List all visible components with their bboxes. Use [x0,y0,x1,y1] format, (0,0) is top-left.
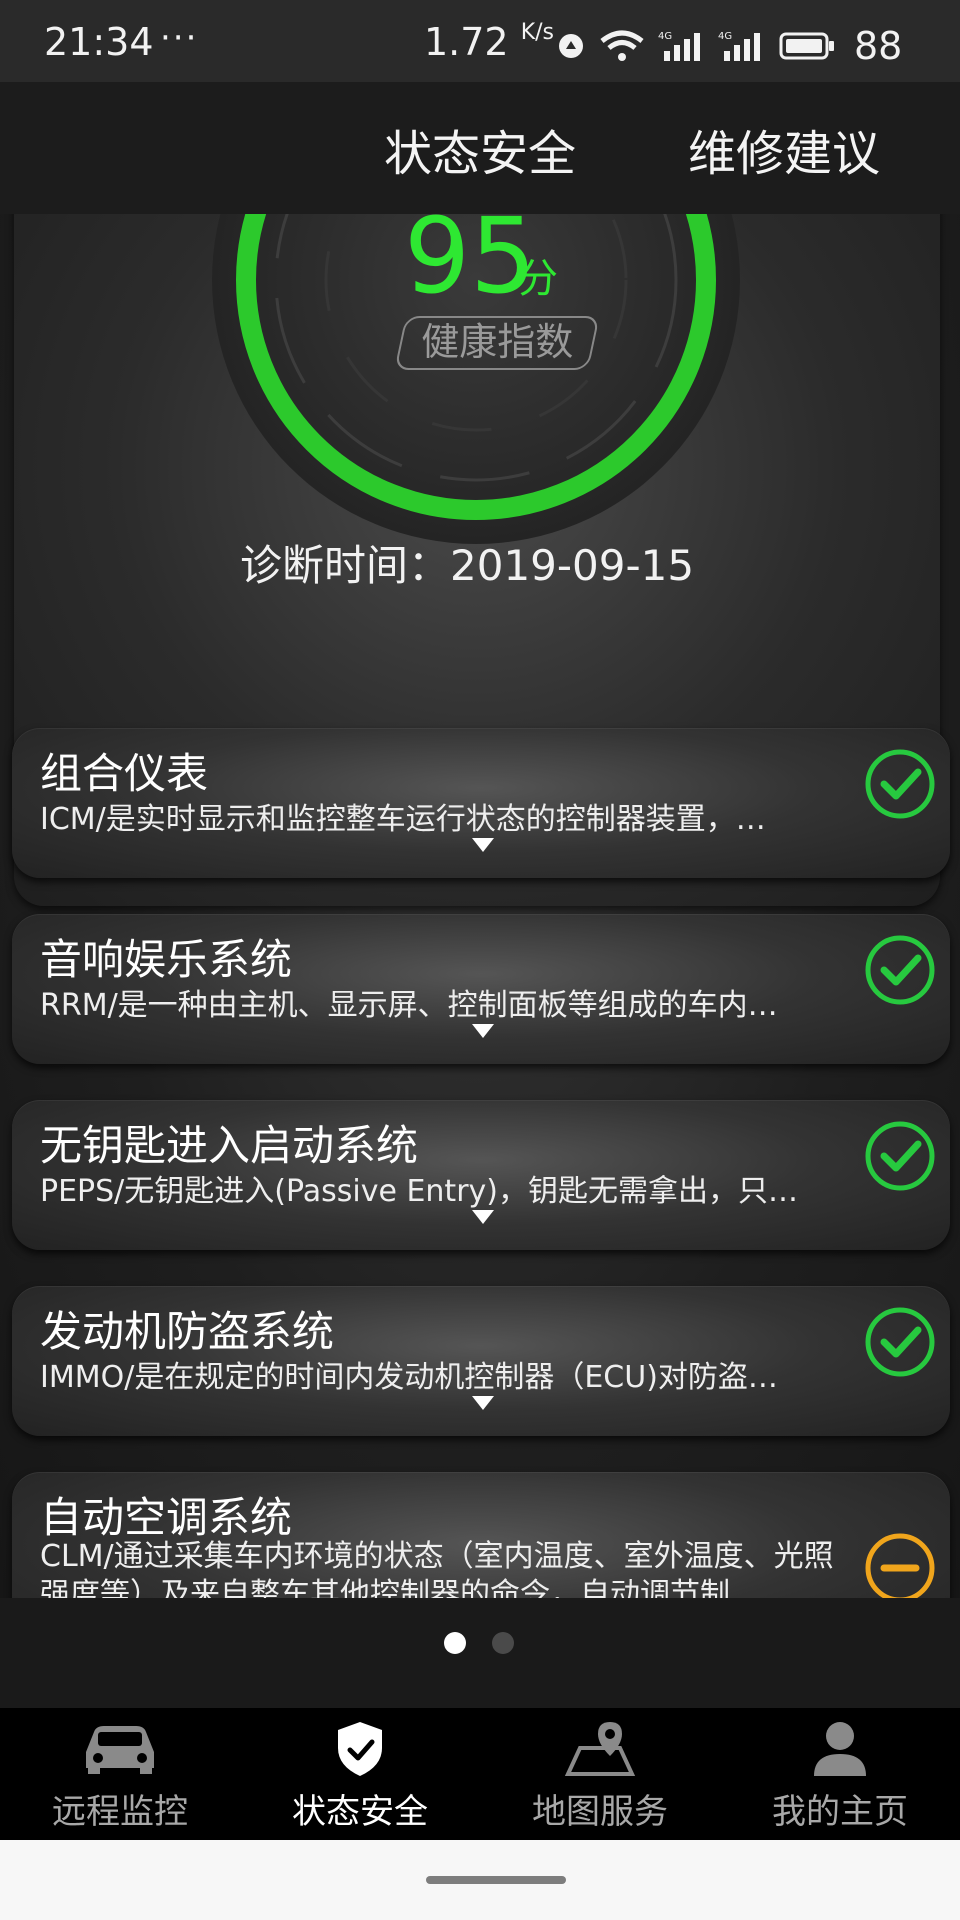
page-dot-active[interactable] [444,1632,466,1654]
bottom-nav: 远程监控 状态安全 地图服务 我的主页 [0,1708,960,1840]
system-title: 音响娱乐系统 [40,935,293,984]
page-dot[interactable] [492,1632,514,1654]
system-title: 发动机防盗系统 [40,1307,335,1356]
status-time: 21:34 [44,20,154,64]
svg-text:4G: 4G [658,31,672,42]
system-description: CLM/通过采集车内环境的状态（室内温度、室外温度、光照强度等）及来自整车其他控… [40,1539,834,1598]
nav-status-safety[interactable]: 状态安全 [240,1708,480,1840]
system-card-peps[interactable]: 无钥匙进入启动系统 PEPS/无钥匙进入(Passive Entry)，钥匙无需… [12,1100,950,1250]
wifi-icon [600,30,644,61]
content-scroll-area[interactable]: 95 分 健康指数 诊断时间：2019-09-15 组合仪表 ICM/是实时显示… [0,214,960,1598]
nav-map-service[interactable]: 地图服务 [480,1708,720,1840]
health-score-unit: 分 [518,256,558,302]
check-circle-icon [865,1307,935,1377]
expand-arrow-icon[interactable] [472,1024,494,1038]
user-icon [814,1722,866,1776]
health-score-value: 95 [404,214,537,317]
system-card-icm[interactable]: 组合仪表 ICM/是实时显示和监控整车运行状态的控制器装置，… [12,728,950,878]
shield-check-icon [338,1722,382,1776]
home-gesture-bar[interactable] [426,1876,566,1884]
battery-icon [779,32,834,60]
svg-text:4G: 4G [718,31,732,42]
notification-icon [559,34,583,58]
tab-status-safety[interactable]: 状态安全 [384,114,576,184]
system-title: 自动空调系统 [40,1493,293,1542]
diagnosis-time: 诊断时间：2019-09-15 [240,541,695,590]
top-tab-bar: 状态安全 维修建议 [0,82,960,214]
system-description: RRM/是一种由主机、显示屏、控制面板等组成的车内… [40,988,778,1023]
network-speed-value: 1.72 [424,20,509,64]
gesture-area [0,1840,960,1920]
expand-arrow-icon[interactable] [472,838,494,852]
expand-arrow-icon[interactable] [472,1396,494,1410]
more-notifications-icon: ··· [160,18,199,58]
expand-arrow-icon[interactable] [472,1210,494,1224]
health-index-text: 健康指数 [421,320,574,364]
map-pin-icon [564,1722,636,1776]
car-icon [86,1726,154,1774]
signal-4g-icon-2: 4G [718,31,760,61]
pending-circle-icon [865,1533,935,1598]
nav-remote-monitor[interactable]: 远程监控 [0,1708,240,1840]
check-circle-icon [865,935,935,1005]
health-index-label: 健康指数 [394,316,600,370]
system-card-rrm[interactable]: 音响娱乐系统 RRM/是一种由主机、显示屏、控制面板等组成的车内… [12,914,950,1064]
nav-label: 我的主页 [772,1792,908,1832]
network-speed: 1.72 K/s [424,20,554,64]
system-card-clm[interactable]: 自动空调系统 CLM/通过采集车内环境的状态（室内温度、室外温度、光照强度等）及… [12,1472,950,1598]
system-title: 无钥匙进入启动系统 [40,1121,419,1170]
signal-4g-icon: 4G [658,31,700,61]
tab-repair-advice[interactable]: 维修建议 [688,114,880,184]
status-bar: 21:34 ··· 1.72 K/s 4G 4G 88 [0,0,960,82]
system-description: PEPS/无钥匙进入(Passive Entry)，钥匙无需拿出，只… [40,1174,798,1209]
check-circle-icon [865,1121,935,1191]
system-title: 组合仪表 [40,749,209,798]
system-description: IMMO/是在规定的时间内发动机控制器（ECU)对防盗… [40,1360,778,1395]
system-description: ICM/是实时显示和监控整车运行状态的控制器装置，… [40,802,766,837]
network-speed-unit: K/s [520,20,555,45]
nav-label: 远程监控 [52,1792,188,1832]
status-icons: 4G 4G 88 [556,24,903,68]
page-indicator [0,1598,960,1708]
nav-label: 状态安全 [292,1792,428,1832]
nav-my-home[interactable]: 我的主页 [720,1708,960,1840]
system-card-immo[interactable]: 发动机防盗系统 IMMO/是在规定的时间内发动机控制器（ECU)对防盗… [12,1286,950,1436]
battery-level: 88 [854,24,903,68]
nav-label: 地图服务 [532,1792,668,1832]
check-circle-icon [865,749,935,819]
